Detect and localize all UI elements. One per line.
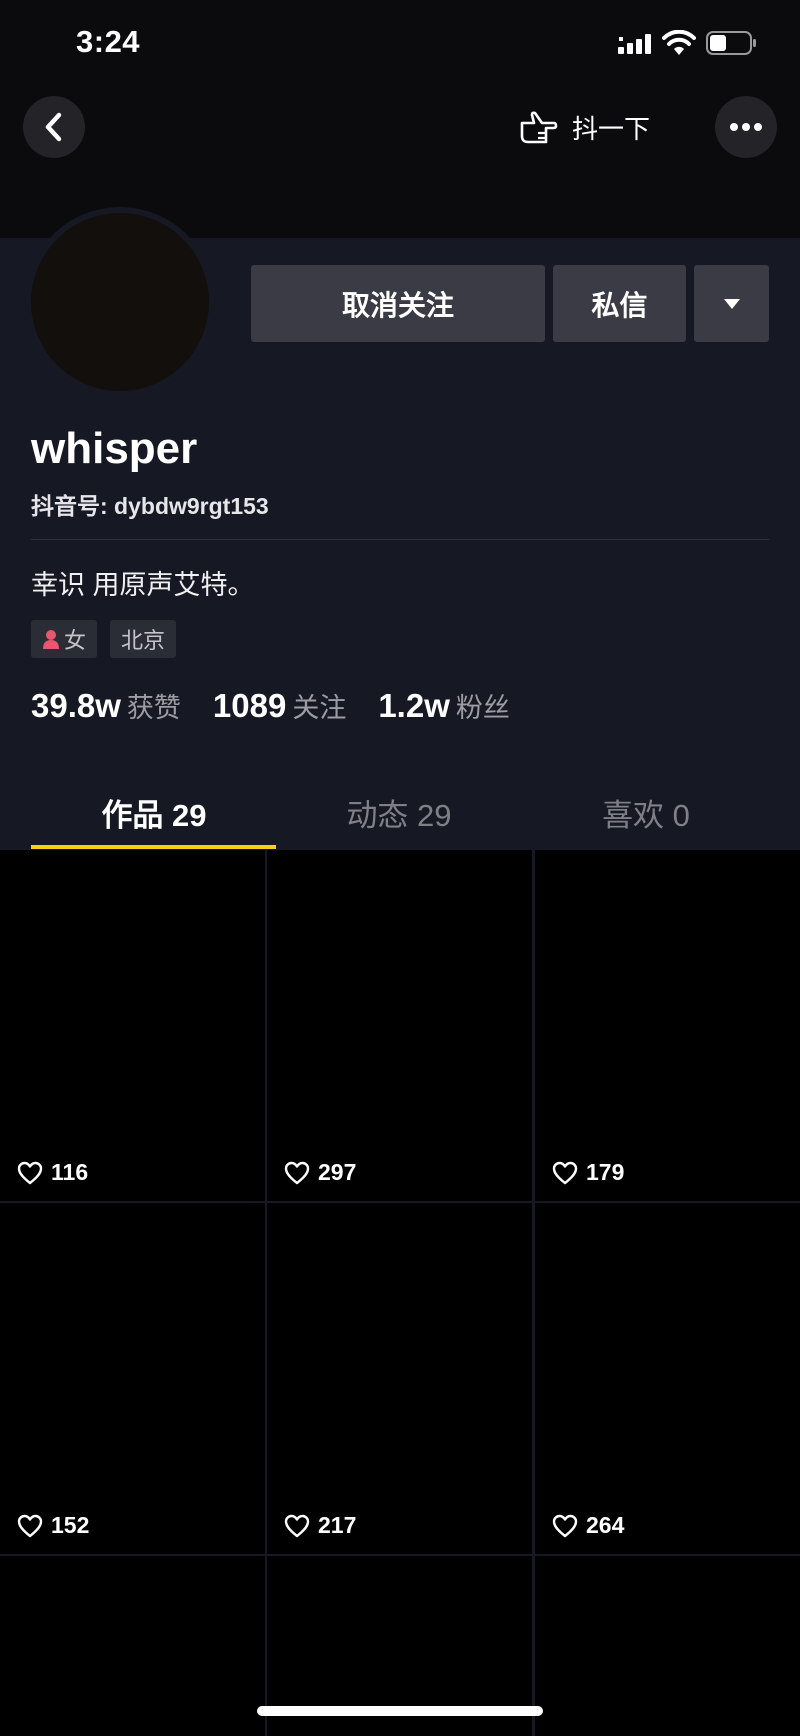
video-thumbnail[interactable]: 264 xyxy=(535,1203,800,1554)
female-icon xyxy=(43,630,59,649)
heart-icon xyxy=(17,1161,43,1184)
like-count: 297 xyxy=(318,1159,357,1185)
gender-label: 女 xyxy=(64,628,87,653)
divider xyxy=(31,539,769,540)
like-count: 116 xyxy=(51,1159,89,1185)
stat-value: 1.2w xyxy=(378,687,450,724)
heart-icon xyxy=(17,1514,43,1537)
stat-label: 粉丝 xyxy=(455,693,510,723)
cellular-signal-icon xyxy=(618,34,651,54)
location-tag: 北京 xyxy=(110,620,177,658)
more-dots-icon xyxy=(730,123,762,131)
like-count: 264 xyxy=(586,1512,625,1538)
video-likes: 217 xyxy=(284,1512,356,1539)
video-thumbnail[interactable]: 116 xyxy=(0,850,265,1201)
home-indicator[interactable] xyxy=(257,1706,543,1716)
tab-dynamic[interactable]: 动态 29 xyxy=(276,790,522,835)
avatar[interactable] xyxy=(25,207,215,397)
video-thumbnail[interactable]: 152 xyxy=(0,1203,265,1554)
video-likes: 264 xyxy=(552,1512,624,1539)
tab-works[interactable]: 作品 29 xyxy=(31,790,277,835)
status-bar: 3:24 xyxy=(0,0,800,90)
heart-icon xyxy=(552,1161,578,1184)
video-thumbnail[interactable]: 217 xyxy=(267,1203,532,1554)
video-likes: 297 xyxy=(284,1159,356,1186)
video-thumbnail[interactable] xyxy=(0,1556,265,1736)
account-id[interactable]: 抖音号: dybdw9rgt153 xyxy=(31,487,269,521)
pointing-hand-icon xyxy=(520,111,558,144)
profile-stats: 39.8w 获赞 1089 关注 1.2w 粉丝 xyxy=(31,686,542,725)
video-thumbnail[interactable]: 179 xyxy=(535,850,800,1201)
like-count: 179 xyxy=(586,1159,625,1185)
recommend-dropdown-button[interactable] xyxy=(694,265,769,342)
stat-label: 获赞 xyxy=(126,693,181,723)
message-button[interactable]: 私信 xyxy=(553,265,686,342)
location-label: 北京 xyxy=(121,628,166,653)
unfollow-button[interactable]: 取消关注 xyxy=(251,265,545,342)
stat-label: 关注 xyxy=(292,693,347,723)
video-thumbnail[interactable] xyxy=(535,1556,800,1736)
heart-icon xyxy=(552,1514,578,1537)
stat-value: 1089 xyxy=(212,687,287,724)
stat-following[interactable]: 1089 关注 xyxy=(213,686,346,725)
video-likes: 152 xyxy=(17,1512,89,1539)
like-count: 217 xyxy=(318,1512,357,1538)
tab-likes[interactable]: 喜欢 0 xyxy=(523,790,769,835)
username: whisper xyxy=(31,424,198,473)
stat-likes[interactable]: 39.8w 获赞 xyxy=(31,686,181,725)
heart-icon xyxy=(284,1161,310,1184)
video-likes: 116 xyxy=(17,1159,88,1186)
tab-indicator xyxy=(31,845,276,849)
like-count: 152 xyxy=(51,1512,90,1538)
wifi-icon xyxy=(662,30,696,55)
back-button[interactable] xyxy=(23,96,85,158)
video-likes: 179 xyxy=(552,1159,624,1186)
caret-down-icon xyxy=(723,298,740,309)
stat-followers[interactable]: 1.2w 粉丝 xyxy=(378,686,510,725)
shake-button[interactable]: 抖一下 xyxy=(518,104,650,150)
gender-tag: 女 xyxy=(31,620,98,658)
shake-label: 抖一下 xyxy=(572,113,651,144)
chevron-left-icon xyxy=(45,112,62,142)
status-time: 3:24 xyxy=(76,24,141,59)
more-button[interactable] xyxy=(715,96,777,158)
video-thumbnail[interactable]: 297 xyxy=(267,850,532,1201)
bio: 幸识 用原声艾特。 xyxy=(31,570,255,600)
heart-icon xyxy=(284,1514,310,1537)
battery-icon xyxy=(706,31,756,55)
stat-value: 39.8w xyxy=(31,687,121,724)
